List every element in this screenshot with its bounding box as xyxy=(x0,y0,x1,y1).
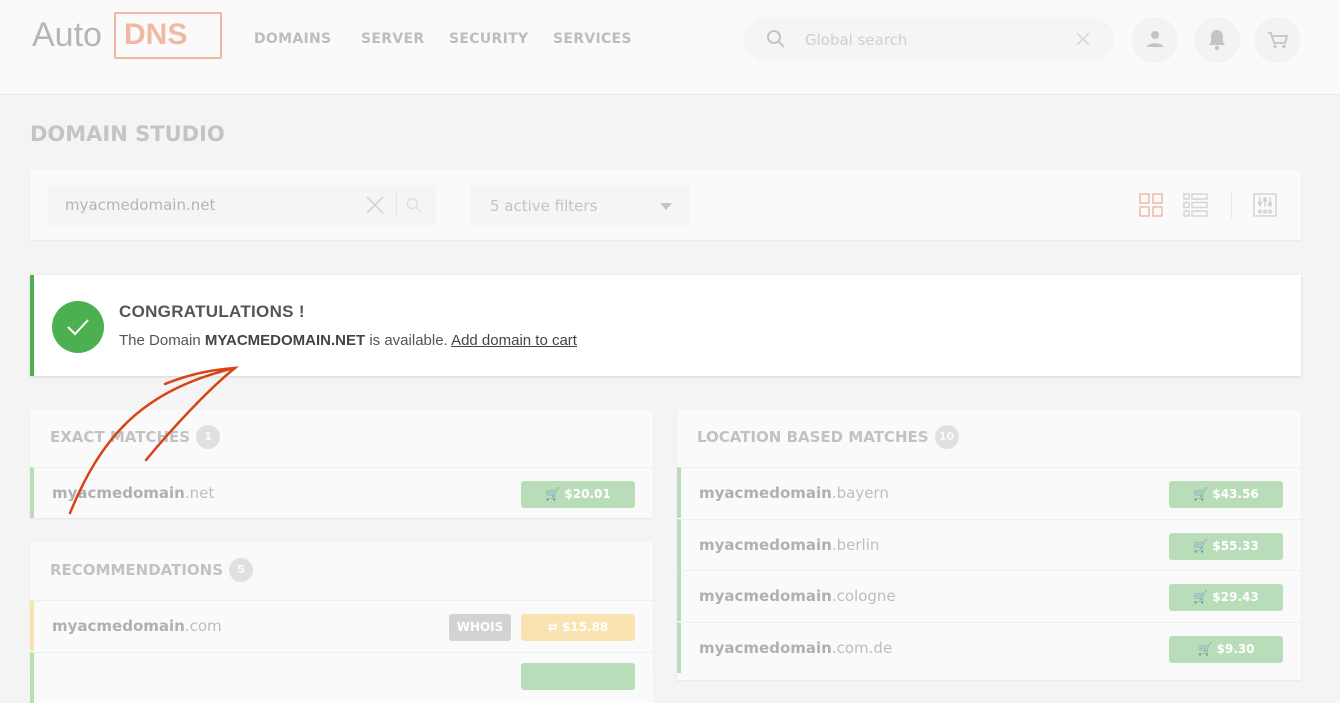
annotation-arrow xyxy=(68,366,239,515)
divider xyxy=(1231,191,1232,218)
recommendations-header: RECOMMENDATIONS 5 xyxy=(50,558,254,582)
transfer-button[interactable]: ⇄ $15.88 xyxy=(521,614,635,641)
domain-search-input[interactable]: myacmedomain.net xyxy=(48,185,436,225)
nav-security[interactable]: SECURITY xyxy=(449,31,528,47)
divider xyxy=(396,193,397,217)
domain-name: myacmedomain.com xyxy=(52,617,222,635)
filters-value: 5 active filters xyxy=(490,197,598,215)
search-icon[interactable] xyxy=(406,197,422,213)
domain-row[interactable]: myacmedomain.cologne 🛒 $29.43 xyxy=(677,570,1301,622)
domain-row[interactable]: myacmedomain.berlin 🛒 $55.33 xyxy=(677,518,1301,570)
section-title: LOCATION BASED MATCHES xyxy=(697,428,929,446)
add-to-cart-button[interactable]: 🛒 $9.30 xyxy=(1169,636,1283,664)
grid-view-icon[interactable] xyxy=(1139,193,1163,217)
filters-dropdown[interactable]: 5 active filters xyxy=(470,185,690,225)
domain-row[interactable]: myacmedomain.bayern 🛒 $43.56 xyxy=(677,467,1301,518)
domain-row[interactable]: myacmedomain.com WHOIS ⇄ $15.88 xyxy=(30,600,653,651)
cart-icon xyxy=(1268,32,1289,49)
nav-services[interactable]: SERVICES xyxy=(553,31,632,47)
logo-auto: Auto xyxy=(32,16,102,54)
alert-title: CONGRATULATIONS ! xyxy=(119,302,305,321)
whois-button[interactable]: WHOIS xyxy=(449,614,511,641)
add-to-cart-button[interactable]: 🛒 $43.56 xyxy=(1169,481,1283,508)
domain-row[interactable] xyxy=(30,652,653,703)
global-search-placeholder: Global search xyxy=(805,31,908,49)
domain-search-value: myacmedomain.net xyxy=(65,196,216,214)
notifications-button[interactable] xyxy=(1194,17,1240,63)
alert-text: is available. xyxy=(365,332,452,349)
checkmark-icon xyxy=(67,319,89,336)
bell-icon xyxy=(1209,30,1225,51)
nav-server[interactable]: SERVER xyxy=(361,31,424,47)
domain-row[interactable]: myacmedomain.com.de 🛒 $9.30 xyxy=(677,622,1301,674)
domain-name: myacmedomain.bayern xyxy=(699,484,889,502)
search-icon xyxy=(767,30,785,48)
user-icon xyxy=(1147,31,1163,47)
settings-sliders-icon[interactable] xyxy=(1253,193,1277,217)
page-title: DOMAIN STUDIO xyxy=(30,122,225,146)
account-button[interactable] xyxy=(1132,17,1178,63)
domain-name: myacmedomain.berlin xyxy=(699,535,880,554)
list-view-icon[interactable] xyxy=(1183,193,1208,217)
alert-domain: MYACMEDOMAIN.NET xyxy=(204,332,366,349)
alert-message: The Domain MYACMEDOMAIN.NET is available… xyxy=(119,332,577,349)
nav-domains[interactable]: DOMAINS xyxy=(254,31,331,47)
success-badge xyxy=(52,301,104,353)
alert-text: The Domain xyxy=(119,332,205,349)
add-to-cart-button[interactable]: 🛒 $20.01 xyxy=(521,481,635,508)
top-header: Auto DNS DOMAINS SERVER SECURITY SERVICE… xyxy=(0,0,1340,95)
global-search[interactable]: Global search xyxy=(744,17,1114,61)
location-matches-header: LOCATION BASED MATCHES 10 xyxy=(697,425,959,449)
logo-dns: DNS xyxy=(114,12,222,59)
count-badge: 10 xyxy=(934,425,959,449)
add-to-cart-button[interactable]: 🛒 $55.33 xyxy=(1169,532,1283,560)
cart-button[interactable] xyxy=(1254,17,1300,63)
clear-icon[interactable] xyxy=(366,196,384,214)
add-to-cart-button[interactable]: 🛒 $29.43 xyxy=(1169,584,1283,612)
domain-name: myacmedomain.cologne xyxy=(699,587,896,606)
section-title: RECOMMENDATIONS xyxy=(50,561,224,579)
domain-name: myacmedomain.com.de xyxy=(699,639,893,658)
chevron-down-icon xyxy=(660,203,672,210)
clear-icon[interactable] xyxy=(1076,32,1090,46)
add-to-cart-button[interactable] xyxy=(521,663,635,690)
add-to-cart-link[interactable]: Add domain to cart xyxy=(451,332,577,349)
count-badge: 5 xyxy=(229,558,254,582)
